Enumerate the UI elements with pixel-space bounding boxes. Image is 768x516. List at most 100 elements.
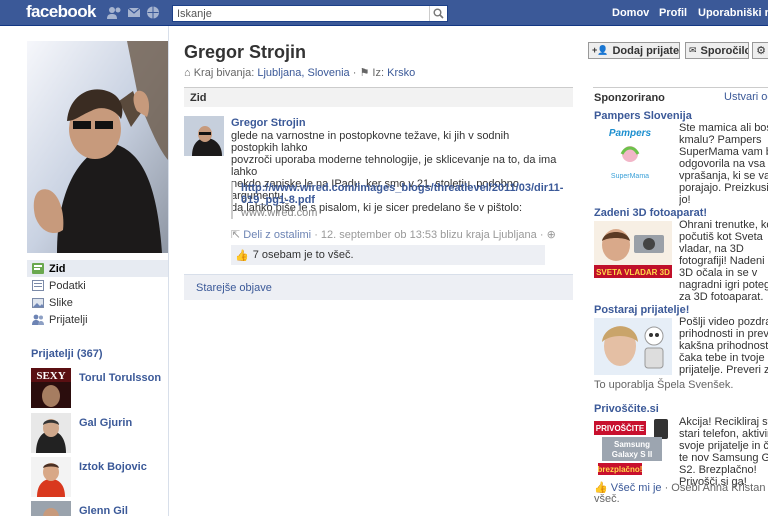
friend-avatar[interactable]: SEXY <box>31 368 71 408</box>
from-link[interactable]: Krsko <box>387 67 415 79</box>
nav-account[interactable]: Uporabniški rač <box>698 7 768 19</box>
friends-icon <box>32 314 44 325</box>
ad-title[interactable]: Privoščite.si <box>594 403 659 415</box>
ad-text-line: SuperMama vam bo <box>679 146 768 158</box>
ad-text-line: Akcija! Recikliraj svoj <box>679 416 768 428</box>
friend-item[interactable]: Gal Gjurin <box>31 413 171 453</box>
search-input[interactable] <box>173 6 423 21</box>
ad-text-line: prihodnosti in prever <box>679 328 768 340</box>
friend-name[interactable]: Gal Gjurin <box>79 417 132 429</box>
ad-text-line: vprašanja, ki se vam <box>679 170 768 182</box>
nav-info-label: Podatki <box>49 279 86 292</box>
ad-text-line: fotografiji! Nadeni si <box>679 255 768 267</box>
friend-item[interactable]: Glenn Gil <box>31 501 171 516</box>
nav-home[interactable]: Domov <box>612 7 649 19</box>
share-link[interactable]: Deli z ostalimi <box>243 229 311 241</box>
friend-name[interactable]: Iztok Bojovic <box>79 461 147 473</box>
post-actions: ⇱ Deli z ostalimi · 12. september ob 13:… <box>231 228 556 241</box>
ad-social-text: všeč. <box>594 493 620 505</box>
nav-friends[interactable]: Prijatelji <box>27 311 168 328</box>
add-friend-icon: +👤 <box>592 45 609 55</box>
post-author[interactable]: Gregor Strojin <box>231 117 306 129</box>
add-friend-label: Dodaj prijatelja <box>612 44 680 57</box>
ad-image-brand: Pampers <box>609 128 652 139</box>
notifications-icon[interactable] <box>146 6 160 19</box>
post-text-line: glede na varnostne in postopkovne težave… <box>231 130 510 154</box>
post-text-line: povzroči uporaba moderne tehnologije, je… <box>231 154 557 178</box>
svg-text:SEXY: SEXY <box>36 370 65 382</box>
ad-social-text: · Osebi Anna Kristan je to <box>664 482 768 494</box>
search-icon[interactable] <box>429 6 447 21</box>
create-ad-link[interactable]: Ustvari ogl <box>724 91 768 103</box>
nav-wall[interactable]: Zid <box>27 260 168 277</box>
ad-social: 👍 Všeč mi je · Osebi Anna Kristan je to <box>594 481 768 494</box>
nav-photos-label: Slike <box>49 296 73 309</box>
facebook-logo[interactable]: facebook <box>26 2 96 22</box>
message-button[interactable]: ✉ Sporočilo <box>685 42 749 59</box>
ad-text: Pošlji video pozdrave prihodnosti in pre… <box>679 316 768 376</box>
ad-social-text: To uporablja Špela Svenšek. <box>594 379 734 391</box>
ad-text-line: Ohrani trenutke, ko s <box>679 219 768 231</box>
ad-text-line: počutiš kot Sveta <box>679 231 763 243</box>
friends-heading[interactable]: Prijatelji (367) <box>31 348 103 360</box>
link-attachment: http://www.wired.com/images_blogs/threat… <box>231 182 564 219</box>
settings-button[interactable]: ⚙ <box>752 42 768 59</box>
ad-text-line: te nov Samsung Gala <box>679 452 768 464</box>
ad-image[interactable]: PRIVOŠČITE Samsung Galaxy S II brezplačn… <box>594 417 672 477</box>
friend-avatar[interactable] <box>31 501 71 516</box>
nav-profile[interactable]: Profil <box>659 7 687 19</box>
messages-icon[interactable] <box>127 6 141 19</box>
friend-requests-icon[interactable] <box>107 6 121 19</box>
older-posts-link[interactable]: Starejše objave <box>184 274 573 300</box>
ad-image-caption: SVETA VLADAR 3D <box>596 268 670 277</box>
ad-image[interactable] <box>594 318 672 375</box>
ad-text-line: Ste mamica ali boste <box>679 122 768 134</box>
ad-title[interactable]: Postaraj prijatelje! <box>594 304 689 316</box>
ad-text-line: Pošlji video pozdrave <box>679 316 768 328</box>
friend-name[interactable]: Torul Torulsson <box>79 372 161 384</box>
info-icon <box>32 280 44 291</box>
profile-meta: ⌂ Kraj bivanja: Ljubljana, Slovenia · ⚑ … <box>184 66 415 79</box>
thumbs-up-icon: 👍 <box>235 249 249 262</box>
lives-link[interactable]: Ljubljana, Slovenia <box>257 67 349 79</box>
ad-title[interactable]: Pampers Slovenija <box>594 110 692 122</box>
profile-picture[interactable] <box>27 41 169 253</box>
ad-text-line: kmalu? Pampers <box>679 134 762 146</box>
ad-text-line: jo! <box>679 194 691 206</box>
post-timestamp[interactable]: · 12. september ob 13:53 blizu kraja Lju… <box>314 229 546 241</box>
ad-image[interactable]: SVETA VLADAR 3D <box>594 221 672 278</box>
column-divider <box>168 26 169 516</box>
link-url[interactable]: http://www.wired.com/images_blogs/threat… <box>241 182 564 206</box>
add-friend-button[interactable]: +👤 Dodaj prijatelja <box>588 42 680 59</box>
ad-image[interactable]: Pampers SuperMama <box>594 124 672 184</box>
post-author-avatar[interactable] <box>184 116 224 156</box>
globe-icon: ⊕ <box>546 229 556 241</box>
friend-avatar[interactable] <box>31 413 71 453</box>
nav-friends-label: Prijatelji <box>49 313 88 326</box>
lives-label: Kraj bivanja: <box>193 67 255 79</box>
link-url-line: http://www.wired.com/images_blogs/threat… <box>241 182 564 194</box>
share-icon: ⇱ <box>231 229 241 241</box>
nav-info[interactable]: Podatki <box>27 277 168 294</box>
ad-text: Ste mamica ali boste kmalu? Pampers Supe… <box>679 122 768 206</box>
search-box <box>172 5 448 22</box>
friend-item[interactable]: Iztok Bojovic <box>31 457 171 497</box>
ad-text-line: za 3D fotoaparat. <box>679 291 764 303</box>
ad-title[interactable]: Zadeni 3D fotoaparat! <box>594 207 707 219</box>
ad-text-line: S2. Brezplačno! <box>679 464 757 476</box>
gear-icon: ⚙ <box>756 45 766 57</box>
link-domain: www.wired.com <box>241 207 318 219</box>
ad-image-caption: SuperMama <box>611 173 649 180</box>
wall-icon <box>32 263 44 274</box>
nav-photos[interactable]: Slike <box>27 294 168 311</box>
ad-text-line: 3D očala in se v <box>679 267 758 279</box>
link-url-line: 019_pg1-8.pdf <box>241 194 315 206</box>
friend-item[interactable]: SEXY Torul Torulsson <box>31 368 171 408</box>
ad-image-line: brezplačno! <box>598 465 643 474</box>
friend-name[interactable]: Glenn Gil <box>79 505 128 516</box>
ad-image-line: Samsung <box>614 440 650 449</box>
friend-avatar[interactable] <box>31 457 71 497</box>
likes-text[interactable]: 7 osebam je to všeč. <box>253 249 354 261</box>
profile-name: Gregor Strojin <box>184 42 307 62</box>
message-label: Sporočilo <box>700 44 749 57</box>
